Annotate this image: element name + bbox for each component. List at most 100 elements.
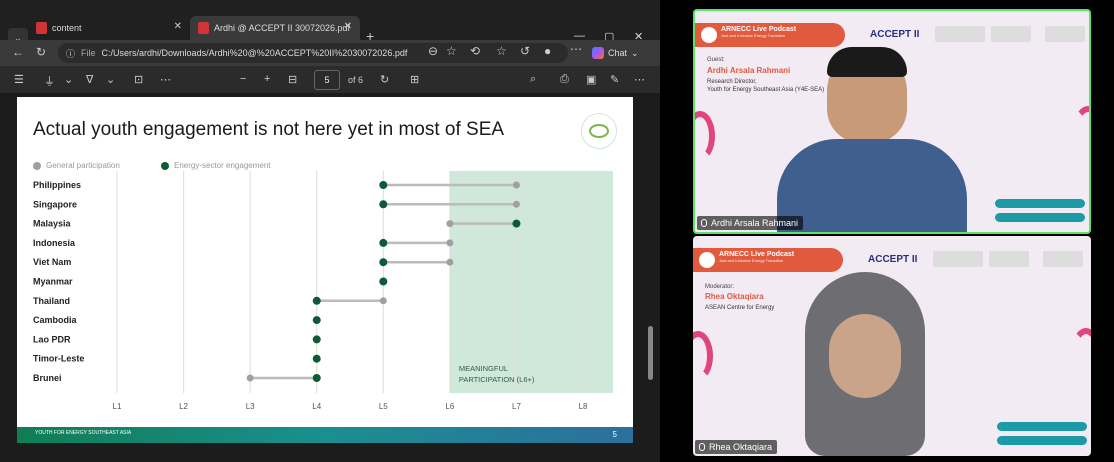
mic-icon <box>701 219 707 227</box>
caption-name: Ardhi Arsala Rahmani <box>711 218 799 228</box>
more-icon[interactable]: ⋯ <box>160 73 171 86</box>
category-label: Brunei <box>33 373 62 383</box>
page-number-input[interactable]: 5 <box>314 70 340 90</box>
x-tick-label: L6 <box>445 402 454 411</box>
legend-label-energy: Energy-sector engagement <box>174 161 271 170</box>
pdf-viewer[interactable]: Actual youth engagement is not here yet … <box>0 94 660 462</box>
browser-window: ⌄ content ✕ Ardhi @ ACCEPT II 30072026.p… <box>0 0 660 462</box>
category-label: Philippines <box>33 180 81 190</box>
partner-logo <box>935 26 985 42</box>
guest-hair <box>827 47 907 77</box>
category-label: Thailand <box>33 296 70 306</box>
url-prefix: File <box>81 48 96 58</box>
back-icon[interactable]: ← <box>12 45 24 59</box>
chevron-down-icon[interactable]: ⌄ <box>106 73 115 86</box>
x-tick-label: L2 <box>179 402 188 411</box>
scrollbar-thumb[interactable] <box>648 326 653 380</box>
tab-label: content <box>52 23 82 33</box>
x-tick-label: L1 <box>113 402 122 411</box>
text-icon[interactable]: ⊡ <box>134 73 143 86</box>
rotate-icon[interactable]: ↻ <box>380 73 389 86</box>
url-text: C:/Users/ardhi/Downloads/Ardhi%20@%20ACC… <box>101 48 408 58</box>
category-label: Myanmar <box>33 277 73 287</box>
url-field[interactable]: ⓘ File C:/Users/ardhi/Downloads/Ardhi%20… <box>58 43 568 63</box>
legend-general: General participation <box>33 161 120 170</box>
banner-title: ARNECC Live Podcast <box>721 26 797 33</box>
chevron-down-icon[interactable]: ⌄ <box>64 73 73 86</box>
legend-energy: Energy-sector engagement <box>161 161 271 170</box>
point-general <box>446 239 454 247</box>
accept-logo: ACCEPT II <box>868 254 918 265</box>
highlight-icon[interactable]: ∇ <box>86 73 93 86</box>
arnecc-seal-icon <box>701 27 717 43</box>
save-icon[interactable]: ▣ <box>586 73 596 86</box>
two-page-icon[interactable]: ⊞ <box>410 73 419 86</box>
copilot-icon <box>592 47 604 59</box>
x-tick-label: L7 <box>512 402 521 411</box>
chat-button[interactable]: Chat ⌄ <box>592 44 639 62</box>
guest-role: Guest: <box>707 57 725 63</box>
video-tile-moderator[interactable]: ARNECC Live Podcast Just and Inclusive E… <box>693 236 1091 456</box>
tab-pdf[interactable]: Ardhi @ ACCEPT II 30072026.pdf ✕ <box>190 16 360 40</box>
search-icon[interactable]: ⌕ <box>530 73 536 86</box>
scrollbar[interactable] <box>646 94 654 444</box>
category-label: Cambodia <box>33 315 78 325</box>
tab-content[interactable]: content ✕ <box>28 16 190 40</box>
close-tab-icon[interactable]: ✕ <box>174 21 182 32</box>
highlight-label: PARTICIPATION (L6+) <box>459 375 535 384</box>
legend-label-general: General participation <box>46 161 120 170</box>
tab-bar: ⌄ content ✕ Ardhi @ ACCEPT II 30072026.p… <box>0 12 660 48</box>
mic-icon <box>699 443 705 451</box>
category-label: Lao PDR <box>33 334 71 344</box>
address-bar: ← ↻ ⓘ File C:/Users/ardhi/Downloads/Ardh… <box>0 40 660 66</box>
favorite-icon[interactable]: ☆ <box>446 44 457 58</box>
page-total: of 6 <box>348 75 364 85</box>
x-tick-label: L8 <box>579 402 588 411</box>
category-label: Indonesia <box>33 238 76 248</box>
profile-icon[interactable]: ● <box>544 44 551 58</box>
save-as-icon[interactable]: ✎ <box>610 73 619 86</box>
history-icon[interactable]: ↺ <box>520 44 530 58</box>
tab-label: Ardhi @ ACCEPT II 30072026.pdf <box>214 23 351 33</box>
chat-label: Chat <box>608 48 628 58</box>
decor-swirl <box>693 331 713 381</box>
legend-dot-energy <box>161 161 169 170</box>
guest-shirt <box>777 139 967 232</box>
point-energy <box>312 354 321 363</box>
more-icon[interactable]: ⋯ <box>634 73 645 86</box>
decor-swirl <box>1073 106 1089 156</box>
legend-dot-general <box>33 161 41 170</box>
guest-desc-1: Research Director, <box>707 79 757 85</box>
extensions-icon[interactable]: ⟲ <box>470 44 480 58</box>
point-energy <box>379 238 388 247</box>
social-pill <box>997 436 1087 445</box>
point-general <box>246 374 254 382</box>
print-icon[interactable]: ⎙ <box>560 73 569 86</box>
favorites-icon[interactable]: ☆ <box>496 44 507 58</box>
zoom-icon[interactable]: ⊖ <box>428 44 438 58</box>
point-general <box>446 258 454 266</box>
slide-footer: YOUTH FOR ENERGY SOUTHEAST ASIA 5 <box>17 427 633 443</box>
caption-name: Rhea Oktaqiara <box>709 442 773 452</box>
moderator-desc: ASEAN Centre for Energy <box>705 305 775 311</box>
filter-icon[interactable]: ⏚ <box>44 73 55 89</box>
decor-swirl <box>695 111 715 161</box>
highlight-label: MEANINGFUL <box>459 364 508 373</box>
more-icon[interactable]: ⋯ <box>570 42 582 56</box>
zoom-out-icon[interactable]: − <box>240 73 246 85</box>
point-general <box>512 181 520 189</box>
pdf-icon <box>36 22 47 34</box>
close-tab-icon[interactable]: ✕ <box>344 21 352 32</box>
fit-page-icon[interactable]: ⊟ <box>288 73 297 86</box>
moderator-name: Rhea Oktaqiara <box>705 292 764 301</box>
pdf-page: Actual youth engagement is not here yet … <box>17 97 633 443</box>
x-tick-label: L5 <box>379 402 388 411</box>
refresh-icon[interactable]: ↻ <box>36 45 46 59</box>
zoom-in-icon[interactable]: + <box>264 73 270 85</box>
video-tile-guest[interactable]: ARNECC Live Podcast Just and Inclusive E… <box>693 9 1091 234</box>
info-icon: ⓘ <box>66 48 76 59</box>
podcast-banner: ARNECC Live Podcast Just and Inclusive E… <box>695 23 845 47</box>
contents-icon[interactable]: ☰ <box>14 73 24 86</box>
social-pill <box>995 213 1085 222</box>
chevron-down-icon: ⌄ <box>631 47 639 58</box>
